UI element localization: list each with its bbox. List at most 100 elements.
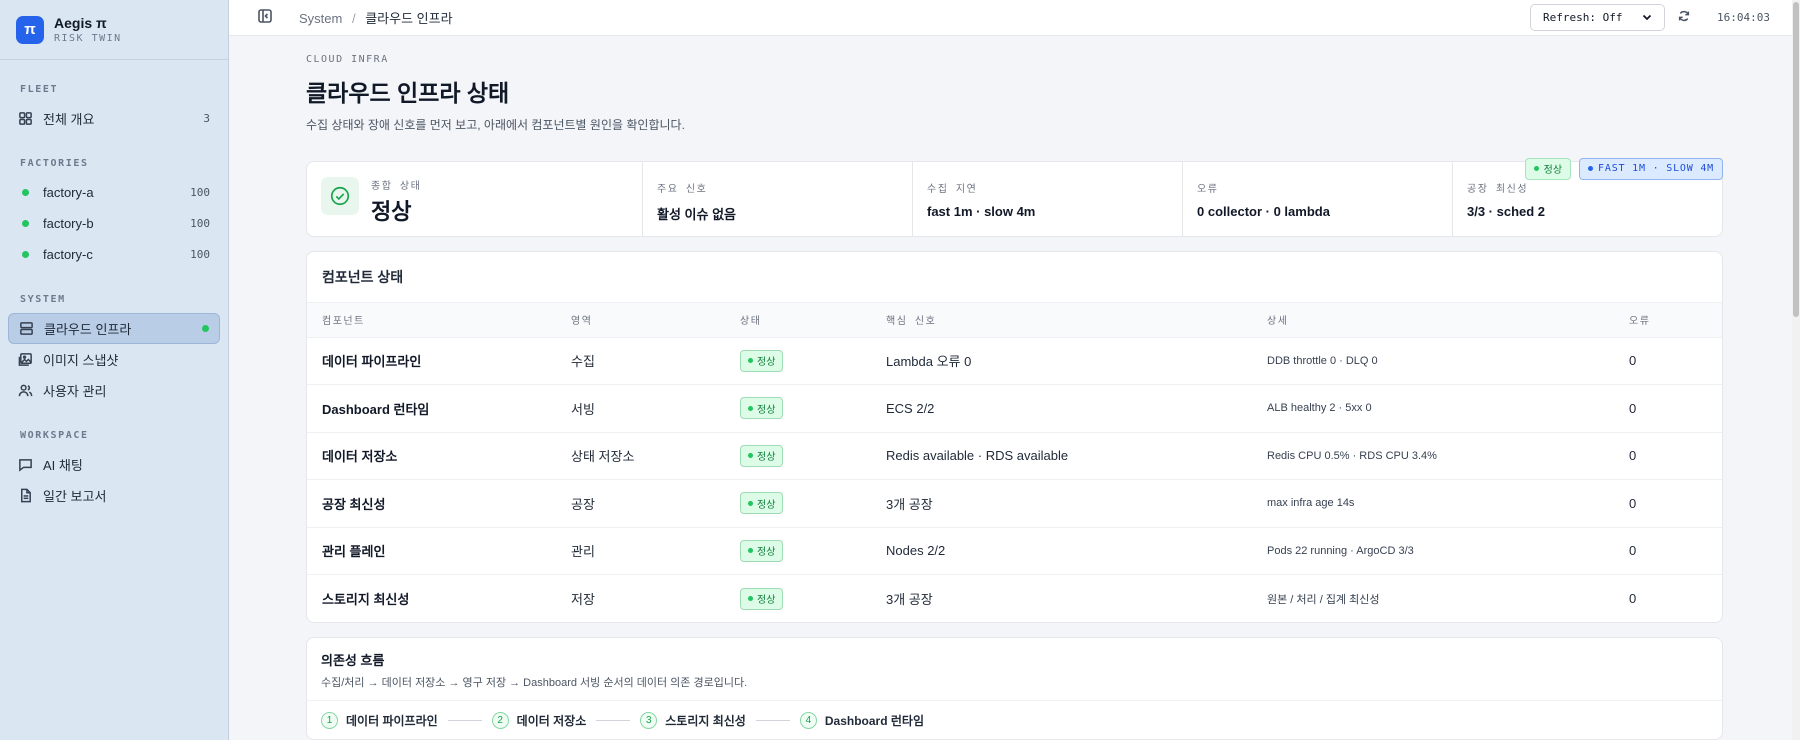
sidebar-item-label: 일간 보고서 — [43, 489, 107, 504]
table-row[interactable]: 데이터 파이프라인 수집 정상 Lambda 오류 0 DDB throttle… — [307, 337, 1722, 385]
sidebar-item-label: 전체 개요 — [43, 112, 95, 127]
summary-value: fast 1m · slow 4m — [927, 203, 1036, 219]
components-title: 컴포넌트 상태 — [322, 268, 404, 285]
chevron-down-icon — [1642, 15, 1652, 21]
component-area: 저장 — [571, 592, 595, 607]
component-status: 정상 — [725, 384, 871, 433]
component-detail: max infra age 14s — [1252, 479, 1614, 528]
component-errors: 0 — [1614, 432, 1722, 480]
interval-badge-label: FAST 1M · SLOW 4M — [1598, 163, 1714, 174]
step-connector — [447, 719, 482, 721]
step-label: 스토리지 최신성 — [665, 713, 746, 728]
sidebar: π Aegis π RISK TWIN FLEET 전체 개요 3 FACTOR… — [0, 0, 229, 740]
table-row[interactable]: Dashboard 런타임 서빙 정상 ECS 2/2 ALB healthy … — [307, 384, 1722, 433]
status-badge: 정상 — [1524, 157, 1572, 180]
table-row[interactable]: 관리 플레인 관리 정상 Nodes 2/2 Pods 22 running ·… — [307, 527, 1722, 575]
status-badge: 정상 — [740, 397, 784, 420]
column-header: 컴포넌트 — [307, 301, 556, 338]
sidebar-item-count: 100 — [190, 217, 210, 230]
component-name: Dashboard 런타임 — [307, 384, 556, 433]
dependency-flow-header: 의존성 흐름 수집/처리 → 데이터 저장소 → 영구 저장 → Dashboa… — [307, 638, 1722, 701]
brand-logo: π — [16, 15, 44, 44]
page-content: CLOUD INFRA 클라우드 인프라 상태 수집 상태와 장애 신호를 먼저… — [229, 36, 1800, 740]
components-card: 컴포넌트 상태 컴포넌트 영역 상태 핵심 신호 상세 오류 데이터 파이프라인… — [306, 250, 1723, 623]
status-dot-icon — [18, 247, 33, 262]
page-badges: 정상 FAST 1M · SLOW 4M — [1524, 157, 1723, 180]
summary-value: 0 collector · 0 lambda — [1197, 203, 1330, 219]
component-status: 정상 — [725, 337, 871, 385]
step-number: 3 — [640, 711, 658, 729]
scrollbar-thumb[interactable] — [1793, 2, 1799, 317]
sidebar-item-factory-a[interactable]: factory-a 100 — [8, 177, 220, 208]
component-status: 정상 — [725, 575, 871, 623]
component-detail: Pods 22 running · ArgoCD 3/3 — [1252, 527, 1614, 575]
component-errors: 0 — [1614, 527, 1722, 575]
nav-heading: WORKSPACE — [20, 430, 89, 441]
dependency-flow-description: 수집/처리 → 데이터 저장소 → 영구 저장 → Dashboard 서빙 순… — [321, 677, 748, 689]
component-area: 관리 — [556, 527, 725, 575]
flow-step[interactable]: 2 데이터 저장소 — [491, 711, 586, 729]
summary-errors: 오류 0 collector · 0 lambda — [1182, 161, 1452, 236]
topbar: System / 클라우드 인프라 Refresh: Off 16:04:03 — [229, 0, 1800, 36]
status-badge: 정상 — [740, 492, 784, 515]
chat-icon — [18, 457, 33, 472]
refresh-select[interactable]: Refresh: Off — [1530, 3, 1666, 31]
summary-label: 수집 지연 — [927, 183, 978, 195]
component-detail: 원본 / 처리 / 집계 최신성 — [1267, 593, 1380, 606]
page-subtitle: 수집 상태와 장애 신호를 먼저 보고, 아래에서 컴포넌트별 원인을 확인합니… — [306, 117, 685, 132]
component-errors: 0 — [1614, 337, 1722, 385]
sidebar-item-ai-chat[interactable]: AI 채팅 — [8, 449, 220, 480]
component-errors: 0 — [1629, 591, 1637, 606]
summary-label: 공장 최신성 — [1467, 183, 1529, 195]
sidebar-item-user-management[interactable]: 사용자 관리 — [8, 375, 220, 406]
table-row[interactable]: 공장 최신성 공장 정상 3개 공장 max infra age 14s 0 — [307, 479, 1722, 528]
component-detail: DDB throttle 0 · DLQ 0 — [1252, 337, 1614, 385]
page-title: 클라우드 인프라 상태 — [306, 79, 510, 106]
brand[interactable]: π Aegis π RISK TWIN — [0, 0, 228, 60]
status-badge: 정상 — [740, 539, 784, 562]
info-dot-icon — [1588, 166, 1594, 171]
flow-step[interactable]: 4 Dashboard 런타임 — [799, 711, 924, 729]
component-signal: 3개 공장 — [886, 592, 933, 607]
sidebar-item-factory-c[interactable]: factory-c 100 — [8, 239, 220, 270]
step-number: 1 — [321, 711, 338, 729]
clock: 16:04:03 — [1717, 10, 1770, 24]
sidebar-item-label: factory-b — [43, 216, 94, 231]
sidebar-toggle-icon[interactable] — [257, 8, 273, 27]
nav-section-system: SYSTEM 클라우드 인프라 이미지 스냅샷 사용자 관리 — [0, 270, 228, 406]
flow-step[interactable]: 3 스토리지 최신성 — [640, 711, 746, 729]
breadcrumb-separator: / — [351, 10, 356, 26]
column-header: 영역 — [556, 301, 725, 338]
sidebar-item-image-snapshot[interactable]: 이미지 스냅샷 — [8, 344, 220, 375]
sidebar-item-count: 3 — [203, 112, 210, 125]
summary-overall-value: 정상 — [371, 198, 412, 224]
sidebar-item-cloud-infra[interactable]: 클라우드 인프라 — [8, 313, 220, 344]
component-status: 정상 — [725, 479, 871, 528]
component-area: 서빙 — [556, 384, 725, 433]
breadcrumb-current: 클라우드 인프라 — [365, 10, 453, 26]
page-scrollbar[interactable] — [1792, 0, 1800, 740]
refresh-icon[interactable] — [1677, 9, 1691, 26]
table-row[interactable]: 스토리지 최신성 저장 정상 3개 공장 원본 / 처리 / 집계 최신성 0 — [307, 575, 1722, 623]
summary-label: 오류 — [1197, 183, 1219, 195]
table-row[interactable]: 데이터 저장소 상태 저장소 정상 Redis available · RDS … — [307, 432, 1722, 480]
breadcrumb-root[interactable]: System — [299, 11, 342, 26]
sidebar-item-count: 100 — [190, 248, 210, 261]
nav-section-factories: FACTORIES factory-a 100 factory-b 100 fa… — [0, 134, 228, 270]
sidebar-item-overview[interactable]: 전체 개요 3 — [8, 103, 220, 134]
component-detail: ALB healthy 2 · 5xx 0 — [1252, 384, 1614, 433]
component-area: 상태 저장소 — [556, 432, 725, 480]
sidebar-item-label: factory-c — [43, 247, 93, 262]
component-name: 데이터 저장소 — [307, 432, 556, 480]
status-badge: 정상 — [740, 444, 784, 467]
sidebar-item-label: 클라우드 인프라 — [44, 322, 132, 337]
sidebar-item-factory-b[interactable]: factory-b 100 — [8, 208, 220, 239]
flow-step[interactable]: 1 데이터 파이프라인 — [321, 711, 438, 729]
image-icon — [18, 352, 33, 367]
table-header-row: 컴포넌트 영역 상태 핵심 신호 상세 오류 — [307, 301, 1722, 338]
component-errors: 0 — [1614, 384, 1722, 433]
sidebar-item-label: factory-a — [43, 185, 94, 200]
status-dot-icon — [18, 185, 33, 200]
column-header: 오류 — [1614, 301, 1722, 338]
sidebar-item-daily-report[interactable]: 일간 보고서 — [8, 480, 220, 511]
